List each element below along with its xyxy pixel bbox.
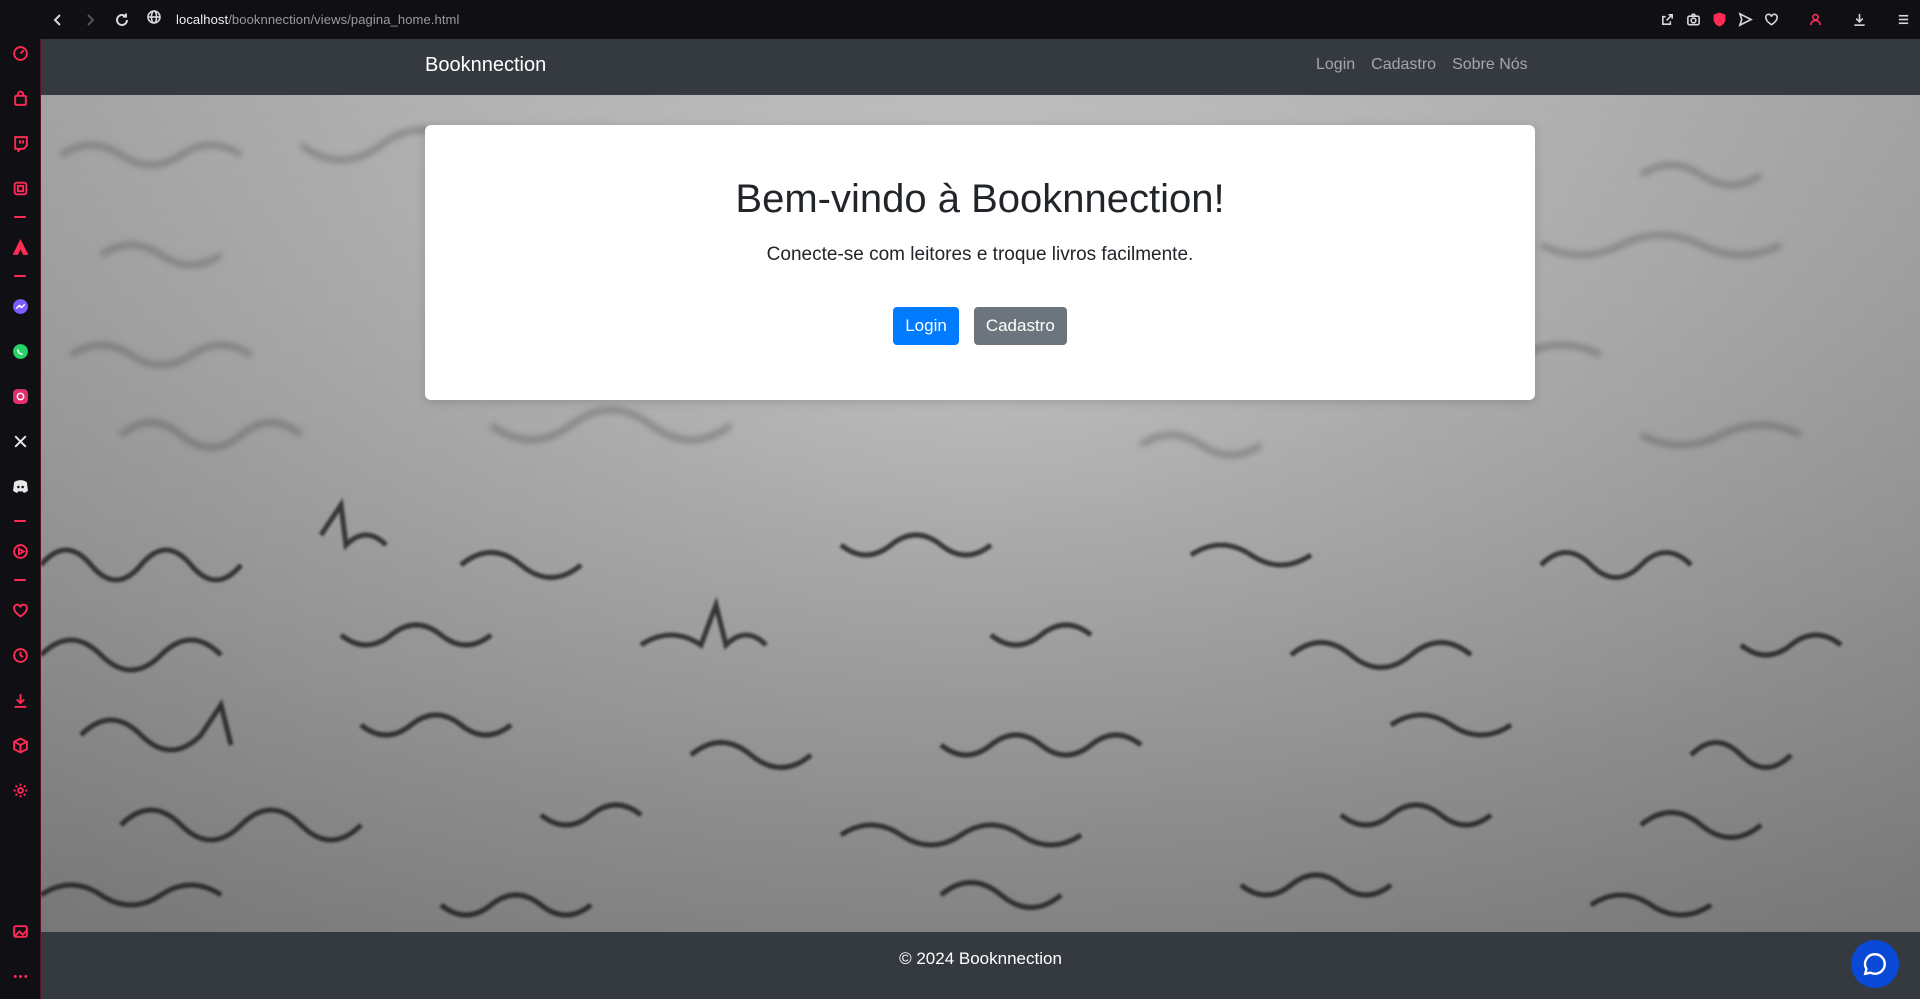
send-icon[interactable] [1736,11,1754,29]
hero-title: Bem-vindo à Booknnection! [735,177,1225,221]
forward-button[interactable] [74,4,106,36]
cadastro-button[interactable]: Cadastro [973,307,1067,345]
adblock-shield-icon[interactable] [1710,11,1728,29]
browser-sidebar [0,39,41,999]
back-button[interactable] [42,4,74,36]
hero-subtitle: Conecte-se com leitores e troque livros … [766,244,1194,265]
speed-dial-icon[interactable] [9,42,31,64]
login-button[interactable]: Login [893,307,959,345]
share-icon[interactable] [1658,11,1676,29]
twitch-icon[interactable] [9,132,31,154]
settings-icon[interactable] [9,779,31,801]
player-icon[interactable] [9,540,31,562]
download-icon[interactable] [1850,11,1868,29]
hero-actions: Login Cadastro [425,307,1535,345]
player-icon[interactable] [9,177,31,199]
nav-sobre-nos-link[interactable]: Sobre Nós [1452,56,1528,74]
chat-button[interactable] [1851,940,1899,988]
nav-login-link[interactable]: Login [1316,56,1355,74]
forward-arrow-icon [87,13,95,26]
camera-icon[interactable] [1684,11,1702,29]
globe-icon [146,9,162,30]
extensions-icon[interactable] [9,734,31,756]
browser-toolbar: localhost/booknnection/views/pagina_home… [0,0,1920,39]
x-icon[interactable] [9,430,31,452]
download-icon[interactable] [9,689,31,711]
page-viewport: Booknnection Login Cadastro Sobre Nós Be… [41,39,1920,999]
reload-button[interactable] [106,4,138,36]
heart-icon[interactable] [9,599,31,621]
site-nav: Login Cadastro Sobre Nós [1316,56,1528,74]
url-host: localhost [176,12,229,27]
site-brand[interactable]: Booknnection [425,54,546,77]
url-path: /booknnection/views/pagina_home.html [228,12,460,27]
discord-icon[interactable] [9,475,31,497]
aria-icon[interactable] [9,236,31,258]
nav-cadastro-link[interactable]: Cadastro [1371,56,1436,74]
site-navbar: Booknnection Login Cadastro Sobre Nós [41,39,1920,95]
history-icon[interactable] [9,644,31,666]
instagram-icon[interactable] [9,385,31,407]
whatsapp-icon[interactable] [9,340,31,362]
address-bar[interactable]: localhost/booknnection/views/pagina_home… [146,6,459,34]
sidebar-divider [14,275,26,277]
menu-icon[interactable] [1894,11,1912,29]
more-icon[interactable] [9,965,31,987]
site-footer: © 2024 Booknnection [41,932,1920,999]
shopping-bag-icon[interactable] [9,87,31,109]
url-text: localhost/booknnection/views/pagina_home… [176,12,459,27]
sidebar-divider [14,216,26,218]
footer-copyright: © 2024 Booknnection [899,949,1062,968]
back-arrow-icon [53,13,61,26]
sidebar-divider [14,520,26,522]
welcome-card: Bem-vindo à Booknnection! Conecte-se com… [425,125,1535,400]
reload-icon [116,13,128,26]
gallery-icon[interactable] [9,920,31,942]
messenger-icon[interactable] [9,295,31,317]
sidebar-divider [14,579,26,581]
profile-icon[interactable] [1806,11,1824,29]
chat-bubble-icon [1863,953,1886,976]
heart-icon[interactable] [1762,11,1780,29]
